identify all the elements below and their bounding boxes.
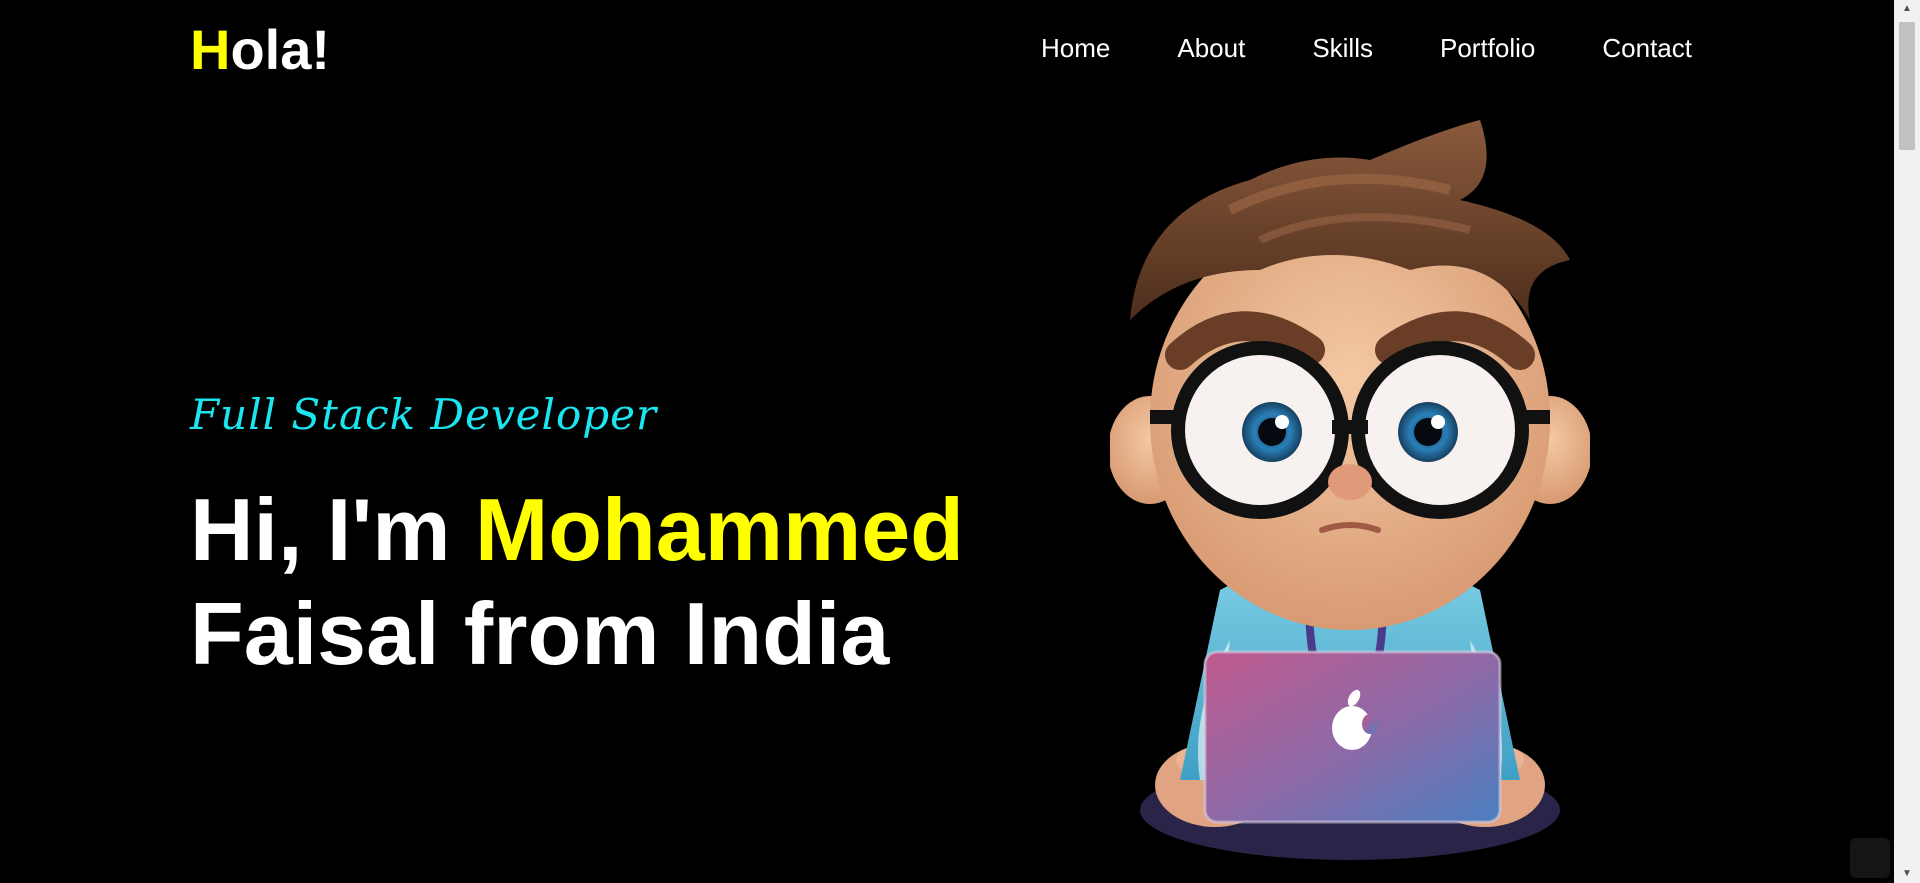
page-scrollbar[interactable]: ▲ ▼ xyxy=(1894,0,1920,883)
hero-rest: Faisal from India xyxy=(190,584,890,683)
hero-headline: Hi, I'm Mohammed Faisal from India xyxy=(190,478,1090,686)
nav-link-home[interactable]: Home xyxy=(1041,32,1110,64)
logo-text: ola! xyxy=(230,18,331,81)
scrollbar-thumb[interactable] xyxy=(1899,22,1915,150)
page: Hola! Home About Skills Portfolio Contac… xyxy=(0,0,1920,883)
nav-link-portfolio[interactable]: Portfolio xyxy=(1440,32,1535,64)
scroll-down-arrow-icon[interactable]: ▼ xyxy=(1894,865,1920,883)
hero-name-highlight: Mohammed xyxy=(474,480,964,579)
logo-accent-letter: H xyxy=(190,18,231,81)
scroll-up-arrow-icon[interactable]: ▲ xyxy=(1894,0,1920,18)
developer-avatar-illustration xyxy=(1110,120,1590,860)
floating-widget-icon[interactable] xyxy=(1850,838,1890,878)
nav-link-contact[interactable]: Contact xyxy=(1602,32,1692,64)
hero-role: Full Stack Developer xyxy=(190,390,658,439)
site-logo[interactable]: Hola! xyxy=(190,18,330,82)
nav-link-skills[interactable]: Skills xyxy=(1312,32,1373,64)
hero-greeting: Hi, I'm xyxy=(190,480,475,579)
nav-link-about[interactable]: About xyxy=(1177,32,1245,64)
main-nav: Home About Skills Portfolio Contact xyxy=(1041,32,1692,64)
